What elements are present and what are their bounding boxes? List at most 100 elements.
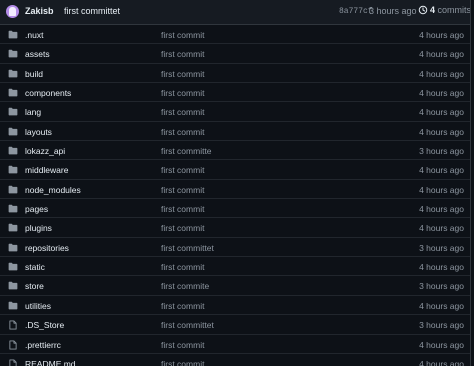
- commit-time: 4 hours ago: [419, 358, 464, 366]
- file-name-link[interactable]: README.md: [25, 359, 76, 366]
- commit-message-link[interactable]: first commite: [161, 281, 209, 291]
- folder-icon: [8, 243, 18, 252]
- folder-row[interactable]: store first commite 3 hours ago: [0, 276, 470, 296]
- commit-message-link[interactable]: first committe: [161, 146, 212, 156]
- file-icon: [8, 340, 18, 349]
- file-name-link[interactable]: store: [25, 281, 44, 291]
- file-name-link[interactable]: .prettierrc: [25, 340, 61, 350]
- folder-icon: [8, 262, 18, 271]
- commit-time: 4 hours ago: [419, 49, 464, 60]
- commit-message-link[interactable]: first committet: [161, 320, 214, 330]
- folder-row[interactable]: static first commit 4 hours ago: [0, 257, 470, 277]
- file-name-link[interactable]: utilities: [25, 301, 51, 311]
- folder-icon: [8, 30, 18, 39]
- commit-message-link[interactable]: first commit: [161, 301, 204, 311]
- commit-time: 3 hours ago: [419, 281, 464, 292]
- commit-time: 4 hours ago: [419, 30, 464, 40]
- commit-message-link[interactable]: first commit: [161, 30, 204, 40]
- commit-message-link[interactable]: first committet: [161, 243, 214, 253]
- commit-time: 4 hours ago: [419, 107, 464, 118]
- commit-time: 4 hours ago: [419, 204, 464, 215]
- folder-row[interactable]: build first commit 4 hours ago: [0, 64, 470, 84]
- commit-sha[interactable]: 8a777cf: [339, 7, 373, 16]
- commit-time: 4 hours ago: [419, 339, 464, 350]
- file-name-link[interactable]: middleware: [25, 165, 68, 175]
- commit-count-label: commits: [437, 5, 471, 15]
- file-name-link[interactable]: layouts: [25, 127, 52, 137]
- commit-time: 3 hours ago: [369, 6, 417, 16]
- file-name-link[interactable]: .DS_Store: [25, 320, 64, 330]
- file-name-link[interactable]: pages: [25, 204, 48, 214]
- folder-icon: [8, 185, 18, 194]
- commit-message-link[interactable]: first commit: [161, 165, 204, 175]
- folder-icon: [8, 146, 18, 155]
- commit-time: 3 hours ago: [419, 320, 464, 331]
- folder-row[interactable]: plugins first commit 4 hours ago: [0, 218, 470, 238]
- folder-icon: [8, 127, 18, 136]
- commit-time: 4 hours ago: [419, 88, 464, 99]
- file-browser: Zakisb first committet 8a777cf 3 hours a…: [0, 0, 471, 366]
- file-name-link[interactable]: lokazz_api: [25, 146, 65, 156]
- commit-message-link[interactable]: first commit: [161, 223, 204, 233]
- file-row[interactable]: .DS_Store first committet 3 hours ago: [0, 315, 470, 335]
- folder-icon: [8, 165, 18, 174]
- file-name-link[interactable]: components: [25, 88, 71, 98]
- folder-icon: [8, 88, 18, 97]
- file-list: .nuxt first commit 4 hours ago assets first …: [0, 25, 470, 366]
- commit-message-link[interactable]: first commit: [161, 185, 204, 195]
- commit-message-link[interactable]: first commit: [161, 127, 204, 137]
- commit-message[interactable]: first committet: [64, 6, 120, 16]
- file-icon: [8, 320, 18, 330]
- commit-history-link[interactable]: 4 commits: [418, 5, 471, 18]
- commit-time: 4 hours ago: [419, 300, 464, 311]
- folder-icon: [8, 69, 18, 78]
- folder-icon: [8, 301, 18, 310]
- folder-icon: [8, 223, 18, 232]
- commit-time: 4 hours ago: [419, 68, 464, 79]
- commit-time: 3 hours ago: [419, 242, 464, 253]
- commit-message-link[interactable]: first commit: [161, 262, 204, 272]
- file-name-link[interactable]: static: [25, 262, 45, 272]
- commit-time: 4 hours ago: [419, 126, 464, 137]
- commit-message-link[interactable]: first commit: [161, 88, 204, 98]
- folder-row[interactable]: lang first commit 4 hours ago: [0, 102, 470, 122]
- commit-message-link[interactable]: first commit: [161, 340, 204, 350]
- commit-message-link[interactable]: first commit: [161, 107, 204, 117]
- file-name-link[interactable]: .nuxt: [25, 30, 43, 40]
- commit-time: 4 hours ago: [419, 223, 464, 234]
- commit-author[interactable]: Zakisb: [25, 6, 54, 16]
- commit-time: 4 hours ago: [419, 184, 464, 195]
- folder-row[interactable]: node_modules first commit 4 hours ago: [0, 180, 470, 200]
- folder-icon: [8, 49, 18, 58]
- file-name-link[interactable]: plugins: [25, 223, 52, 233]
- commit-message-link[interactable]: first commit: [161, 49, 204, 59]
- file-row[interactable]: README.md first commit 4 hours ago: [0, 354, 470, 366]
- latest-commit-bar: Zakisb first committet 8a777cf 3 hours a…: [0, 0, 470, 25]
- file-name-link[interactable]: repositories: [25, 243, 69, 253]
- folder-row[interactable]: .nuxt first commit 4 hours ago: [0, 25, 470, 45]
- folder-row[interactable]: repositories first committet 3 hours ago: [0, 238, 470, 258]
- history-clock-icon: [418, 5, 428, 15]
- user-avatar-icon[interactable]: [6, 5, 19, 18]
- file-row[interactable]: .prettierrc first commit 4 hours ago: [0, 335, 470, 354]
- folder-icon: [8, 281, 18, 290]
- folder-row[interactable]: utilities first commit 4 hours ago: [0, 296, 470, 316]
- commit-time: 4 hours ago: [419, 165, 464, 176]
- commit-message-link[interactable]: first commit: [161, 204, 204, 214]
- folder-row[interactable]: assets first commit 4 hours ago: [0, 44, 470, 64]
- commit-time: 4 hours ago: [419, 262, 464, 273]
- file-name-link[interactable]: node_modules: [25, 185, 81, 195]
- folder-row[interactable]: components first commit 4 hours ago: [0, 83, 470, 103]
- commit-message-link[interactable]: first commit: [161, 359, 204, 366]
- file-name-link[interactable]: build: [25, 69, 43, 79]
- folder-row[interactable]: middleware first commit 4 hours ago: [0, 160, 470, 180]
- folder-row[interactable]: layouts first commit 4 hours ago: [0, 122, 470, 142]
- file-icon: [8, 359, 18, 366]
- folder-row[interactable]: pages first commit 4 hours ago: [0, 199, 470, 219]
- file-name-link[interactable]: lang: [25, 107, 41, 117]
- commit-time: 3 hours ago: [419, 146, 464, 157]
- commit-message-link[interactable]: first commit: [161, 69, 204, 79]
- file-name-link[interactable]: assets: [25, 49, 50, 59]
- folder-row[interactable]: lokazz_api first committe 3 hours ago: [0, 141, 470, 161]
- folder-icon: [8, 107, 18, 116]
